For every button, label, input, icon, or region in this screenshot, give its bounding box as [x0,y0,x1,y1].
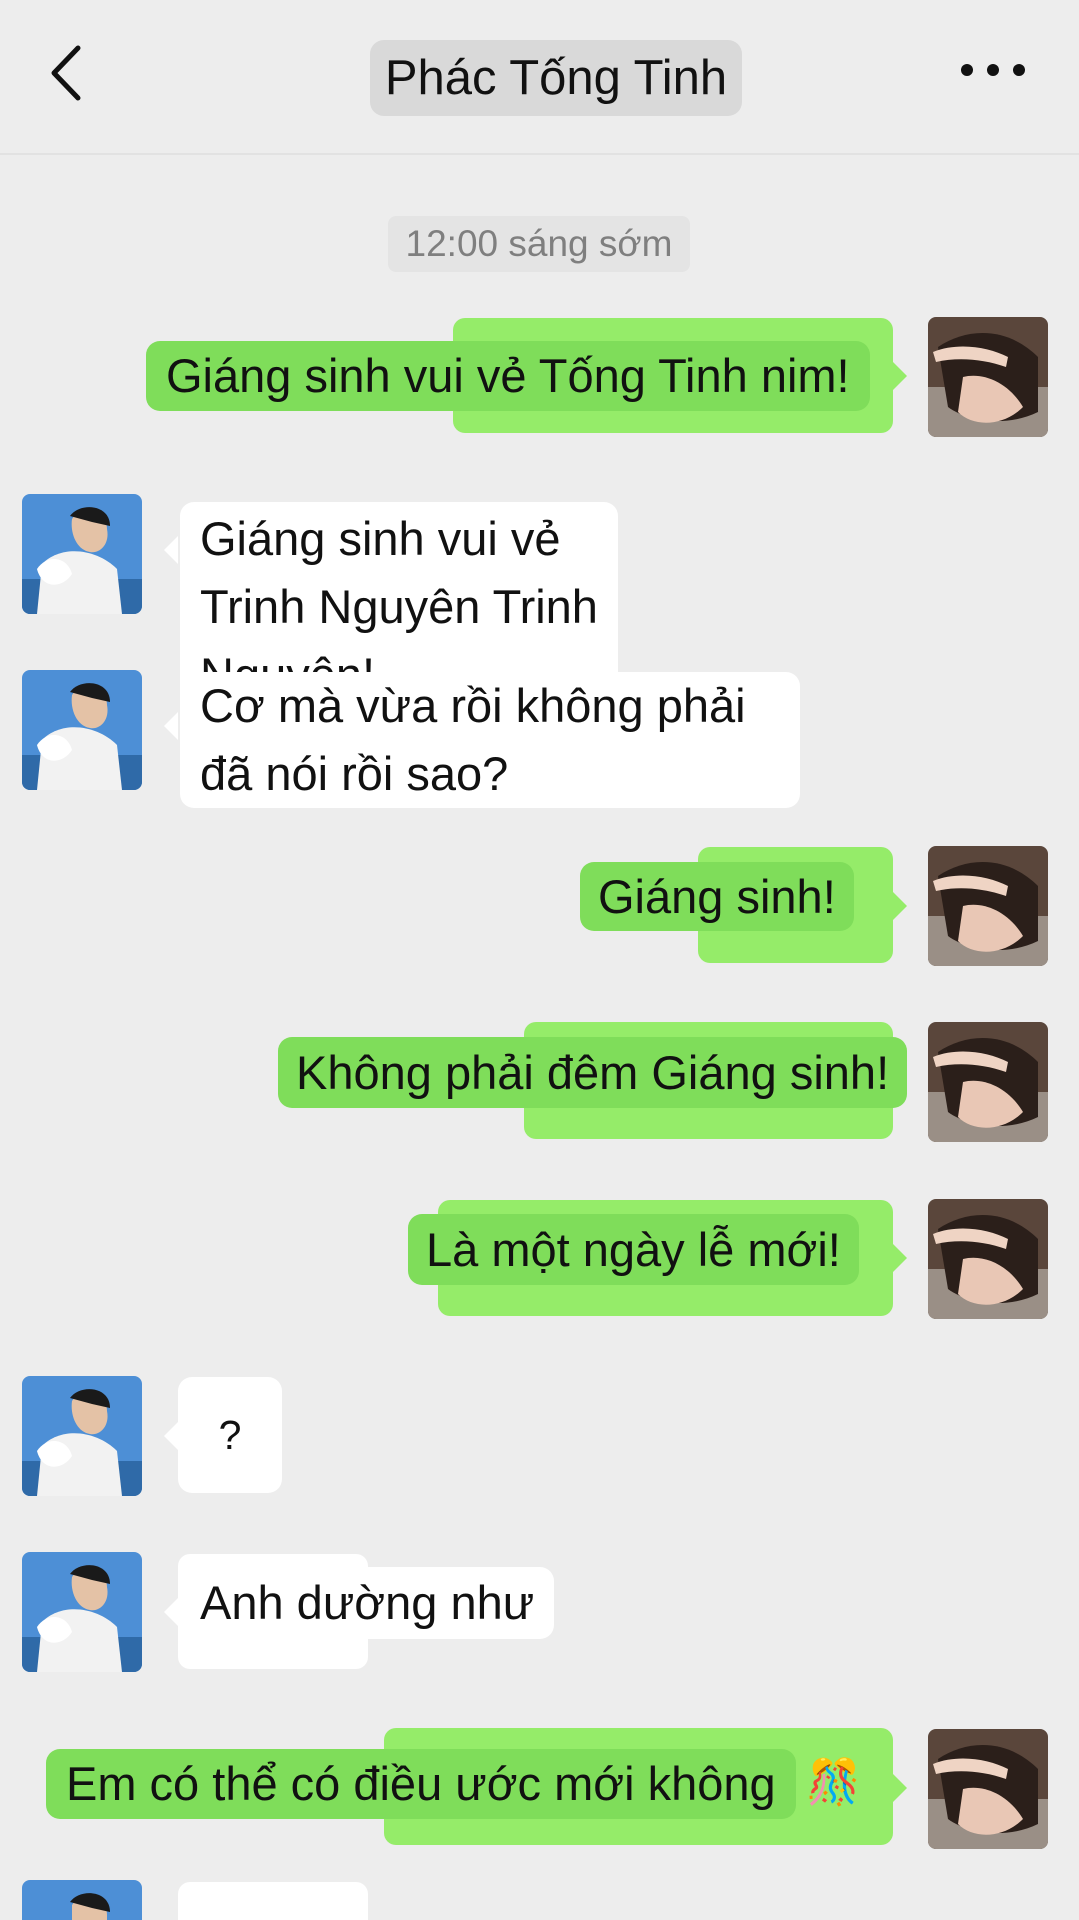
bubble-tail [164,1598,178,1626]
bubble-tail [164,1422,178,1450]
message-text: Không phải đêm Giáng sinh! [278,1037,908,1108]
my-avatar[interactable] [928,1022,1048,1142]
received-bubble[interactable] [178,1882,368,1920]
bubble-tail [893,362,907,390]
timestamp: 12:00 sáng sớm [388,216,690,272]
my-avatar[interactable] [928,846,1048,966]
chat-title[interactable]: Phác Tống Tinh [370,40,742,116]
chevron-left-icon [51,45,81,101]
chat-header: Phác Tống Tinh [0,0,1079,155]
message-text: Giáng sinh vui vẻ Tống Tinh nim! [146,341,870,411]
message-text: Giáng sinh! [580,862,854,931]
my-avatar[interactable] [928,1199,1048,1319]
bubble-tail [164,536,178,564]
bubble-tail [893,1774,907,1802]
more-dots-icon [961,64,1025,76]
contact-avatar[interactable] [22,670,142,790]
bubble-tail [893,1244,907,1272]
message-text[interactable]: Anh dường như [180,1567,555,1639]
contact-avatar[interactable] [22,1880,142,1920]
message-text: Là một ngày lễ mới! [408,1214,859,1285]
bubble-tail [893,892,907,920]
party-popper-icon: 🎊 [806,1758,861,1807]
my-avatar[interactable] [928,1729,1048,1849]
message-text: Em có thể có điều ước mới không [46,1749,796,1819]
more-options-button[interactable] [958,52,1028,88]
message-text[interactable]: Cơ mà vừa rồi không phải đã nói rồi sao? [180,672,800,808]
bubble-tail [164,712,178,740]
contact-avatar[interactable] [22,494,142,614]
contact-avatar[interactable] [22,1552,142,1672]
message-text[interactable]: ? [178,1377,282,1493]
back-button[interactable] [40,38,100,108]
contact-avatar[interactable] [22,1376,142,1496]
my-avatar[interactable] [928,317,1048,437]
